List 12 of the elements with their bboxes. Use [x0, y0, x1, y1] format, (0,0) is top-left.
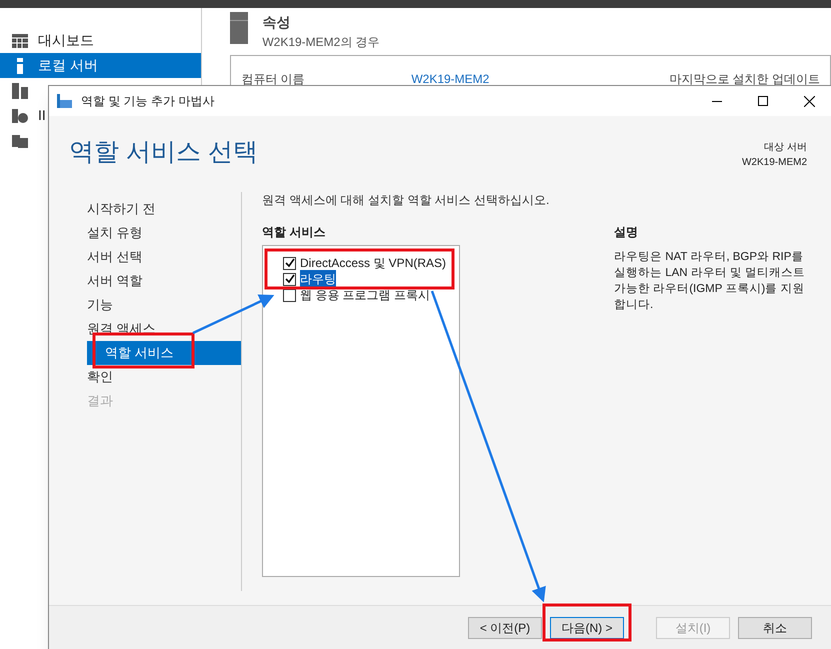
description-text: 라우팅은 NAT 라우터, BGP와 RIP를 실행하는 LAN 라우터 및 멀티캐스트 가능한 라우터(IGMP 프록시)를 지원합니다.: [614, 250, 806, 313]
target-server: W2K19-MEM2: [742, 156, 807, 170]
instruction-text: 원격 액세스에 대해 설치할 역할 서비스 선택하십시오.: [262, 192, 550, 209]
description-title: 설명: [614, 224, 639, 241]
property-label: 마지막으로 설치한 업데이트: [669, 72, 820, 86]
list-title: 역할 서비스: [262, 224, 326, 241]
window-title: 역할 및 기능 추가 마법사: [81, 93, 214, 110]
section-subtitle: W2K19-MEM2의 경우: [262, 34, 380, 51]
page-heading: 역할 서비스 선택: [69, 137, 258, 168]
property-label: 컴퓨터 이름: [241, 72, 306, 86]
section-title: 속성: [262, 13, 292, 32]
target-label: 대상 서버: [764, 141, 807, 155]
